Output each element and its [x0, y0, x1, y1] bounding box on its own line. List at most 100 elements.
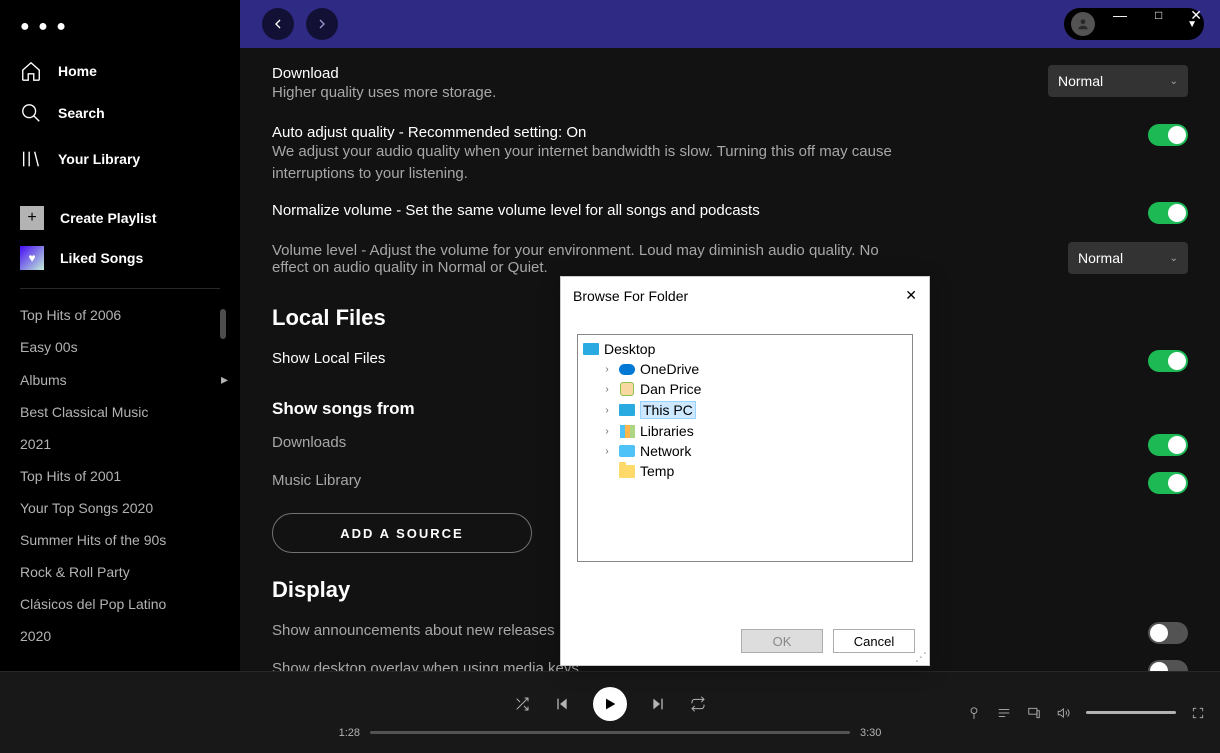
- library-icon: [20, 148, 42, 170]
- playlist-item[interactable]: Rock & Roll Party: [20, 556, 228, 588]
- normalize-label: Normalize volume - Set the same volume l…: [272, 202, 760, 219]
- nav-back-button[interactable]: [262, 8, 294, 40]
- expand-icon[interactable]: ›: [600, 405, 614, 416]
- play-button[interactable]: [593, 687, 627, 721]
- search-icon: [20, 102, 42, 124]
- tree-item-libraries[interactable]: › Libraries: [582, 421, 908, 441]
- music-library-source-label: Music Library: [272, 472, 361, 489]
- chevron-right-icon: ▸: [221, 371, 228, 388]
- playlist-item[interactable]: Easy 00s: [20, 331, 228, 363]
- tree-item-network[interactable]: › Network: [582, 441, 908, 461]
- resize-grip[interactable]: ⋰: [915, 651, 927, 663]
- tree-item-desktop[interactable]: Desktop: [582, 339, 908, 359]
- window-titlebar: — □ ✕: [1113, 0, 1220, 30]
- playlist-list[interactable]: Top Hits of 2006 Easy 00s Albums▸ Best C…: [8, 299, 232, 652]
- dialog-title: Browse For Folder: [573, 288, 688, 304]
- playlist-item[interactable]: 2020: [20, 620, 228, 652]
- liked-songs[interactable]: ♥ Liked Songs: [8, 238, 232, 278]
- nav-forward-button[interactable]: [306, 8, 338, 40]
- close-window-button[interactable]: ✕: [1190, 7, 1202, 24]
- volume-button[interactable]: [1056, 705, 1072, 721]
- auto-quality-sublabel: We adjust your audio quality when your i…: [272, 141, 892, 185]
- tree-item-user[interactable]: › Dan Price: [582, 379, 908, 399]
- devices-button[interactable]: [1026, 705, 1042, 721]
- app-menu-button[interactable]: ● ● ●: [8, 12, 232, 50]
- volume-slider[interactable]: [1086, 711, 1176, 714]
- shuffle-button[interactable]: [513, 695, 531, 713]
- announcements-toggle[interactable]: [1148, 622, 1188, 644]
- volume-level-label: Volume level - Adjust the volume for you…: [272, 242, 892, 276]
- chevron-down-icon: ⌄: [1170, 76, 1178, 87]
- elapsed-time: 1:28: [339, 727, 360, 739]
- playlist-item[interactable]: Your Top Songs 2020: [20, 492, 228, 524]
- tree-item-onedrive[interactable]: › OneDrive: [582, 359, 908, 379]
- playlist-item[interactable]: Top Hits of 2006: [20, 299, 228, 331]
- plus-icon: +: [20, 206, 44, 230]
- folder-tree[interactable]: Desktop › OneDrive › Dan Price › This PC…: [577, 334, 913, 562]
- monitor-icon: [582, 341, 600, 357]
- sidebar-divider: [20, 288, 220, 289]
- auto-quality-toggle[interactable]: [1148, 124, 1188, 146]
- home-icon: [20, 60, 42, 82]
- avatar-icon: [1071, 12, 1095, 36]
- show-local-files-toggle[interactable]: [1148, 350, 1188, 372]
- expand-icon[interactable]: ›: [600, 364, 614, 375]
- downloads-source-label: Downloads: [272, 434, 346, 451]
- normalize-toggle[interactable]: [1148, 202, 1188, 224]
- heart-icon: ♥: [20, 246, 44, 270]
- playlist-item[interactable]: Best Classical Music: [20, 396, 228, 428]
- playlist-item[interactable]: Top Hits of 2001: [20, 460, 228, 492]
- music-library-source-toggle[interactable]: [1148, 472, 1188, 494]
- nav-search[interactable]: Search: [8, 92, 232, 134]
- libraries-icon: [618, 423, 636, 439]
- playlist-item[interactable]: Clásicos del Pop Latino: [20, 588, 228, 620]
- volume-level-select[interactable]: Normal ⌄: [1068, 242, 1188, 274]
- tree-item-temp[interactable]: Temp: [582, 461, 908, 481]
- announcements-label: Show announcements about new releases: [272, 622, 555, 639]
- repeat-button[interactable]: [689, 695, 707, 713]
- create-playlist[interactable]: + Create Playlist: [8, 198, 232, 238]
- download-sublabel: Higher quality uses more storage.: [272, 82, 496, 104]
- cloud-icon: [618, 361, 636, 377]
- pc-icon: [618, 402, 636, 418]
- user-folder-icon: [618, 381, 636, 397]
- chevron-down-icon: ⌄: [1170, 253, 1178, 264]
- network-icon: [618, 443, 636, 459]
- expand-icon[interactable]: ›: [600, 384, 614, 395]
- playlist-item[interactable]: Albums▸: [20, 363, 228, 396]
- dialog-cancel-button[interactable]: Cancel: [833, 629, 915, 653]
- create-playlist-label: Create Playlist: [60, 210, 157, 226]
- nav-library[interactable]: Your Library: [8, 138, 232, 180]
- add-source-button[interactable]: ADD A SOURCE: [272, 513, 532, 553]
- folder-icon: [618, 463, 636, 479]
- player-bar: 1:28 3:30: [0, 671, 1220, 753]
- playlist-item[interactable]: Summer Hits of the 90s: [20, 524, 228, 556]
- dialog-ok-button[interactable]: OK: [741, 629, 823, 653]
- previous-track-button[interactable]: [553, 695, 571, 713]
- sidebar: ● ● ● Home Search Your Library + Create …: [0, 0, 240, 753]
- total-time: 3:30: [860, 727, 881, 739]
- nav-library-label: Your Library: [58, 151, 140, 167]
- maximize-button[interactable]: □: [1155, 8, 1162, 22]
- download-label: Download: [272, 65, 496, 82]
- scrollbar-thumb[interactable]: [220, 309, 226, 339]
- downloads-source-toggle[interactable]: [1148, 434, 1188, 456]
- queue-button[interactable]: [996, 705, 1012, 721]
- expand-icon[interactable]: ›: [600, 426, 614, 437]
- tree-item-this-pc[interactable]: › This PC: [582, 399, 908, 421]
- download-quality-select[interactable]: Normal ⌄: [1048, 65, 1188, 97]
- topbar: ▼: [240, 0, 1220, 48]
- auto-quality-label: Auto adjust quality - Recommended settin…: [272, 124, 892, 141]
- next-track-button[interactable]: [649, 695, 667, 713]
- minimize-button[interactable]: —: [1113, 7, 1127, 23]
- expand-icon[interactable]: ›: [600, 446, 614, 457]
- fullscreen-button[interactable]: [1190, 705, 1206, 721]
- nav-search-label: Search: [58, 105, 105, 121]
- progress-slider[interactable]: [370, 731, 850, 734]
- playlist-item[interactable]: 2021: [20, 428, 228, 460]
- nav-home[interactable]: Home: [8, 50, 232, 92]
- show-local-files-label: Show Local Files: [272, 350, 385, 367]
- lyrics-button[interactable]: [966, 705, 982, 721]
- dialog-close-button[interactable]: ✕: [905, 287, 917, 304]
- liked-songs-label: Liked Songs: [60, 250, 143, 266]
